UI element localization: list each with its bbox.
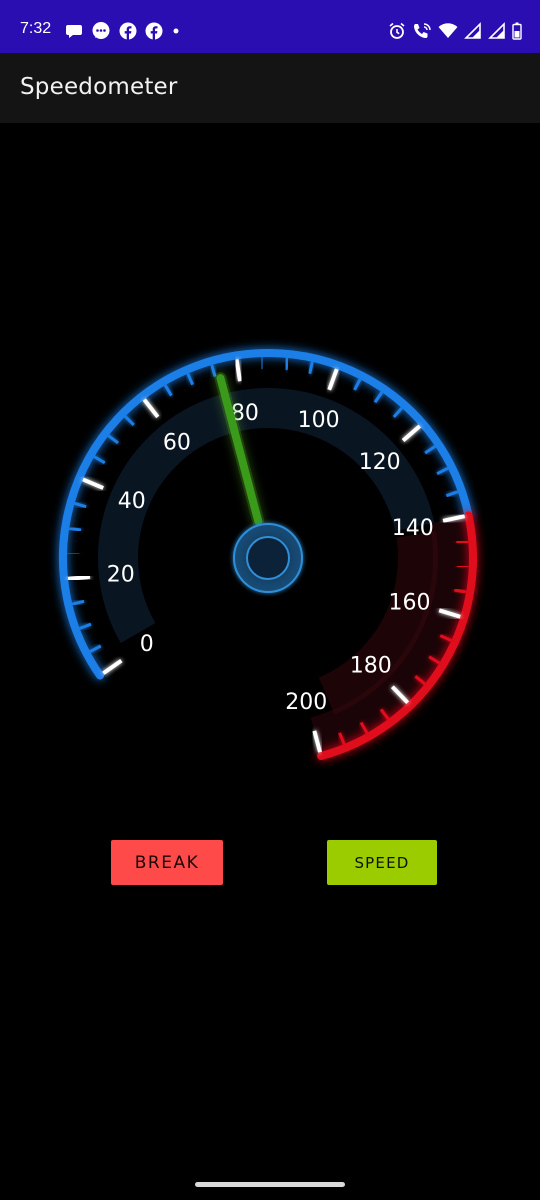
tick-label: 120 [359,450,401,475]
break-button[interactable]: BREAK [111,840,223,885]
battery-icon [512,22,522,40]
major-tick [234,359,242,382]
minor-tick [89,644,102,653]
minor-tick [353,378,362,391]
tick-label: 160 [389,590,431,615]
minor-tick [210,364,217,377]
major-tick [401,424,422,443]
dot-icon [173,28,179,34]
minor-tick [424,445,436,455]
major-tick [67,574,91,581]
facebook-icon [119,22,137,40]
tick-label: 180 [350,653,392,678]
status-bar: 7:32 [0,0,540,53]
home-indicator[interactable] [195,1182,345,1187]
major-tick [142,398,160,419]
chat-bubble-icon [66,25,82,38]
minor-tick [68,526,82,532]
signal-icon [464,22,481,39]
minor-tick [163,384,173,397]
minor-tick [107,434,119,445]
speedometer-gauge: 0 20 40 60 80 100 120 140 160 180 200 [0,123,540,823]
minor-tick [436,466,449,476]
tick-label: 100 [298,408,340,433]
minor-tick [124,415,135,427]
minor-tick [456,564,469,569]
speedometer-svg: 020406080 100120140160180200 [59,349,477,761]
major-tick [82,477,105,490]
major-tick [102,659,123,675]
wifi-calling-icon [413,23,431,39]
minor-tick [392,407,403,418]
status-time: 7:32 [20,20,52,37]
minor-tick [284,357,289,371]
facebook-icon [145,22,163,40]
wifi-icon [438,23,458,38]
minor-tick [93,455,106,465]
minor-tick [445,490,459,498]
system-icons [388,21,522,41]
tick-label: 140 [392,516,434,541]
tick-label: 60 [163,430,191,455]
tick-label: 200 [285,690,327,715]
speed-button[interactable]: SPEED [327,840,437,885]
app-title: Speedometer [20,74,178,100]
messages-icon [92,22,110,39]
tick-label: 0 [140,632,154,657]
notification-icons [65,21,181,41]
signal-icon [488,22,505,39]
minor-tick [456,539,469,544]
minor-tick [72,599,85,606]
tick-label: 20 [107,562,135,587]
needle-hub-inner [246,536,290,580]
minor-tick [74,501,87,509]
major-tick [327,368,339,391]
alarm-icon [389,22,405,39]
app-bar: Speedometer [0,53,540,123]
minor-tick [79,622,92,630]
minor-tick [373,391,384,404]
minor-tick [186,373,195,386]
minor-tick [308,361,314,374]
minor-tick [454,588,467,594]
tick-label: 40 [118,489,146,514]
